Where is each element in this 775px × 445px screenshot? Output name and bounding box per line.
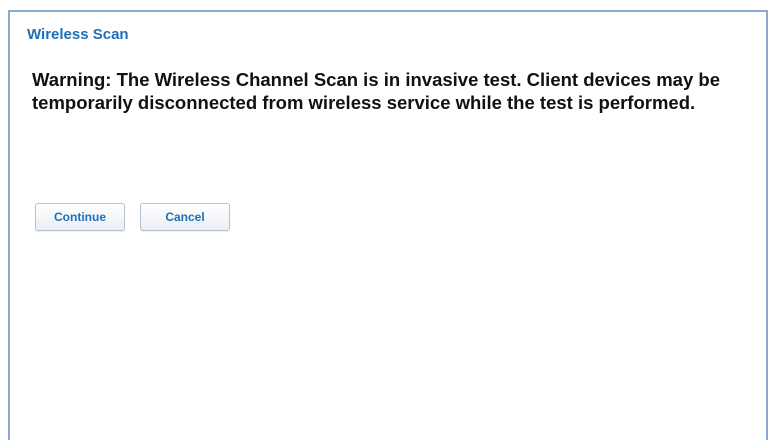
dialog-title: Wireless Scan — [27, 26, 129, 43]
continue-button[interactable]: Continue — [35, 203, 125, 231]
wireless-scan-dialog: Wireless Scan Warning: The Wireless Chan… — [8, 10, 768, 440]
cancel-button[interactable]: Cancel — [140, 203, 230, 231]
warning-message: Warning: The Wireless Channel Scan is in… — [32, 69, 720, 113]
